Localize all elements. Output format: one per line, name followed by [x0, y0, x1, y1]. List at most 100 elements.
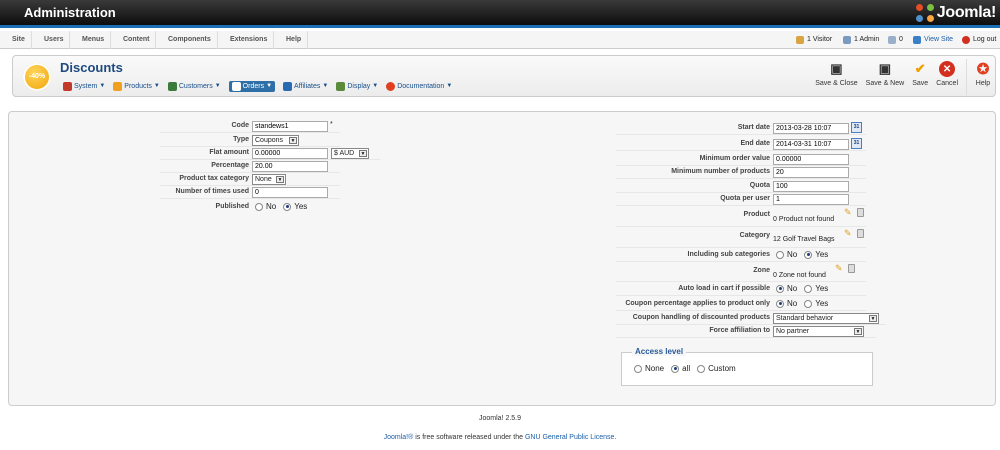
- auto-load-row: Auto load in cart if possible No Yes: [616, 283, 866, 296]
- published-no-radio[interactable]: [255, 202, 263, 211]
- handling-select[interactable]: Standard behavior ▼: [773, 313, 879, 324]
- menu-users[interactable]: Users: [38, 31, 71, 49]
- quota-label: Quota: [749, 182, 770, 189]
- min-order-input[interactable]: 0.00000: [773, 154, 849, 165]
- help-button[interactable]: ✪ Help: [966, 59, 995, 95]
- handling-row: Coupon handling of discounted products S…: [616, 312, 886, 325]
- trash-icon[interactable]: [857, 208, 864, 217]
- quota-input[interactable]: 100: [773, 181, 849, 192]
- save-button[interactable]: ✔ Save: [908, 59, 932, 95]
- min-products-row: Minimum number of products 20: [616, 166, 866, 179]
- calendar-icon[interactable]: 31: [851, 122, 862, 133]
- times-used-input[interactable]: 0: [252, 187, 328, 198]
- submenu-affiliates[interactable]: Affiliates ▼: [283, 81, 328, 91]
- lifebuoy-icon: ✪: [976, 61, 990, 78]
- affiliates-icon: [283, 81, 293, 91]
- quota-per-user-input[interactable]: 1: [773, 194, 849, 205]
- calendar-icon[interactable]: 31: [851, 138, 862, 149]
- joomla-logo[interactable]: Joomla!: [915, 2, 997, 24]
- min-order-label: Minimum order value: [699, 155, 770, 162]
- sub-categories-no-radio[interactable]: [776, 250, 784, 259]
- product-row: Product 0 Product not found ✎: [616, 207, 866, 227]
- coupon-pct-no-radio[interactable]: [776, 299, 784, 308]
- view-site-link[interactable]: View Site: [913, 31, 953, 49]
- edit-icon[interactable]: ✎: [844, 228, 853, 238]
- type-select[interactable]: Coupons ▼: [252, 135, 299, 146]
- end-date-input[interactable]: 2014-03-31 10:07: [773, 139, 849, 150]
- chevron-down-icon: ▼: [854, 328, 862, 335]
- code-input[interactable]: standews1: [252, 121, 328, 132]
- end-date-label: End date: [740, 140, 770, 147]
- access-none-radio[interactable]: [634, 364, 642, 373]
- menu-extensions[interactable]: Extensions: [224, 31, 275, 49]
- tax-category-label: Product tax category: [179, 175, 249, 182]
- currency-select[interactable]: $ AUD ▼: [331, 148, 369, 159]
- menu-help[interactable]: Help: [280, 31, 309, 49]
- toolbar-panel: -40% Discounts System ▼ Products ▼ Custome…: [12, 55, 996, 97]
- trash-icon[interactable]: [848, 264, 855, 273]
- zone-row: Zone 0 Zone not found ✎: [616, 263, 866, 282]
- percentage-row: Percentage 20.00: [160, 160, 340, 173]
- coupon-pct-yes-radio[interactable]: [804, 299, 813, 308]
- discount-badge-icon: -40%: [23, 63, 51, 91]
- edit-icon[interactable]: ✎: [835, 263, 844, 273]
- min-products-input[interactable]: 20: [773, 167, 849, 178]
- flat-amount-label: Flat amount: [209, 149, 249, 156]
- visitors-status[interactable]: 1 Visitor: [796, 31, 832, 49]
- joomla-logo-text: Joomla!: [936, 4, 997, 21]
- joomla-link[interactable]: Joomla!®: [384, 434, 414, 441]
- category-row: Category 12 Golf Travel Bags ✎: [616, 228, 866, 248]
- menu-content[interactable]: Content: [117, 31, 157, 49]
- gpl-license-link[interactable]: GNU General Public License: [525, 434, 615, 441]
- affiliation-select[interactable]: No partner ▼: [773, 326, 864, 337]
- menu-menus[interactable]: Menus: [76, 31, 112, 49]
- percentage-label: Percentage: [211, 162, 249, 169]
- admins-status[interactable]: 1 Admin: [843, 31, 879, 49]
- submenu-orders[interactable]: Orders ▼: [228, 80, 276, 92]
- type-row: Type Coupons ▼: [160, 134, 340, 147]
- save-new-button[interactable]: ▣ Save & New: [862, 59, 909, 95]
- toolbar-buttons: ▣ Save & Close ▣ Save & New ✔ Save ✕ Can…: [811, 59, 995, 95]
- coupon-pct-radios: No Yes: [776, 299, 828, 308]
- cancel-icon: ✕: [939, 61, 956, 77]
- sub-categories-yes-radio[interactable]: [804, 250, 813, 259]
- menu-site[interactable]: Site: [6, 31, 32, 49]
- published-radios: No Yes: [255, 202, 307, 211]
- version-text: Joomla! 2.5.9: [478, 415, 522, 422]
- tax-category-select[interactable]: None ▼: [252, 174, 286, 185]
- edit-icon[interactable]: ✎: [844, 207, 853, 217]
- category-label: Category: [739, 232, 770, 239]
- logout-link[interactable]: Log out: [962, 31, 996, 49]
- trash-icon[interactable]: [857, 229, 864, 238]
- affiliation-row: Force affiliation to No partner ▼: [616, 325, 876, 338]
- chevron-down-icon: ▼: [869, 315, 877, 322]
- submenu-customers[interactable]: Customers ▼: [167, 81, 221, 91]
- submenu-display[interactable]: Display ▼: [336, 81, 378, 91]
- admin-icon: [843, 36, 851, 44]
- lifebuoy-icon: [386, 81, 396, 91]
- box-icon: [113, 81, 123, 91]
- submenu-documentation[interactable]: Documentation ▼: [386, 81, 452, 91]
- messages-status[interactable]: 0: [888, 31, 903, 49]
- min-products-label: Minimum number of products: [671, 168, 770, 175]
- auto-load-yes-radio[interactable]: [804, 284, 813, 293]
- zone-value: 0 Zone not found: [773, 272, 826, 279]
- save-close-button[interactable]: ▣ Save & Close: [811, 59, 861, 95]
- page-title: Discounts: [60, 60, 123, 75]
- users-icon: [167, 81, 177, 91]
- percentage-input[interactable]: 20.00: [252, 161, 328, 172]
- flat-amount-input[interactable]: 0.00000: [252, 148, 328, 159]
- access-custom-radio[interactable]: [697, 364, 706, 373]
- auto-load-no-radio[interactable]: [776, 284, 784, 293]
- start-date-input[interactable]: 2013-03-28 10:07: [773, 123, 849, 134]
- published-yes-radio[interactable]: [283, 202, 292, 211]
- tools-icon: [63, 81, 72, 91]
- cancel-button[interactable]: ✕ Cancel: [932, 59, 962, 95]
- joomla-logo-icon: [915, 4, 934, 22]
- submenu-system[interactable]: System ▼: [63, 81, 105, 91]
- menu-components[interactable]: Components: [162, 31, 218, 49]
- quota-row: Quota 100: [616, 180, 866, 193]
- access-all-radio[interactable]: [671, 364, 680, 373]
- zone-label: Zone: [753, 267, 770, 274]
- submenu-products[interactable]: Products ▼: [113, 81, 160, 91]
